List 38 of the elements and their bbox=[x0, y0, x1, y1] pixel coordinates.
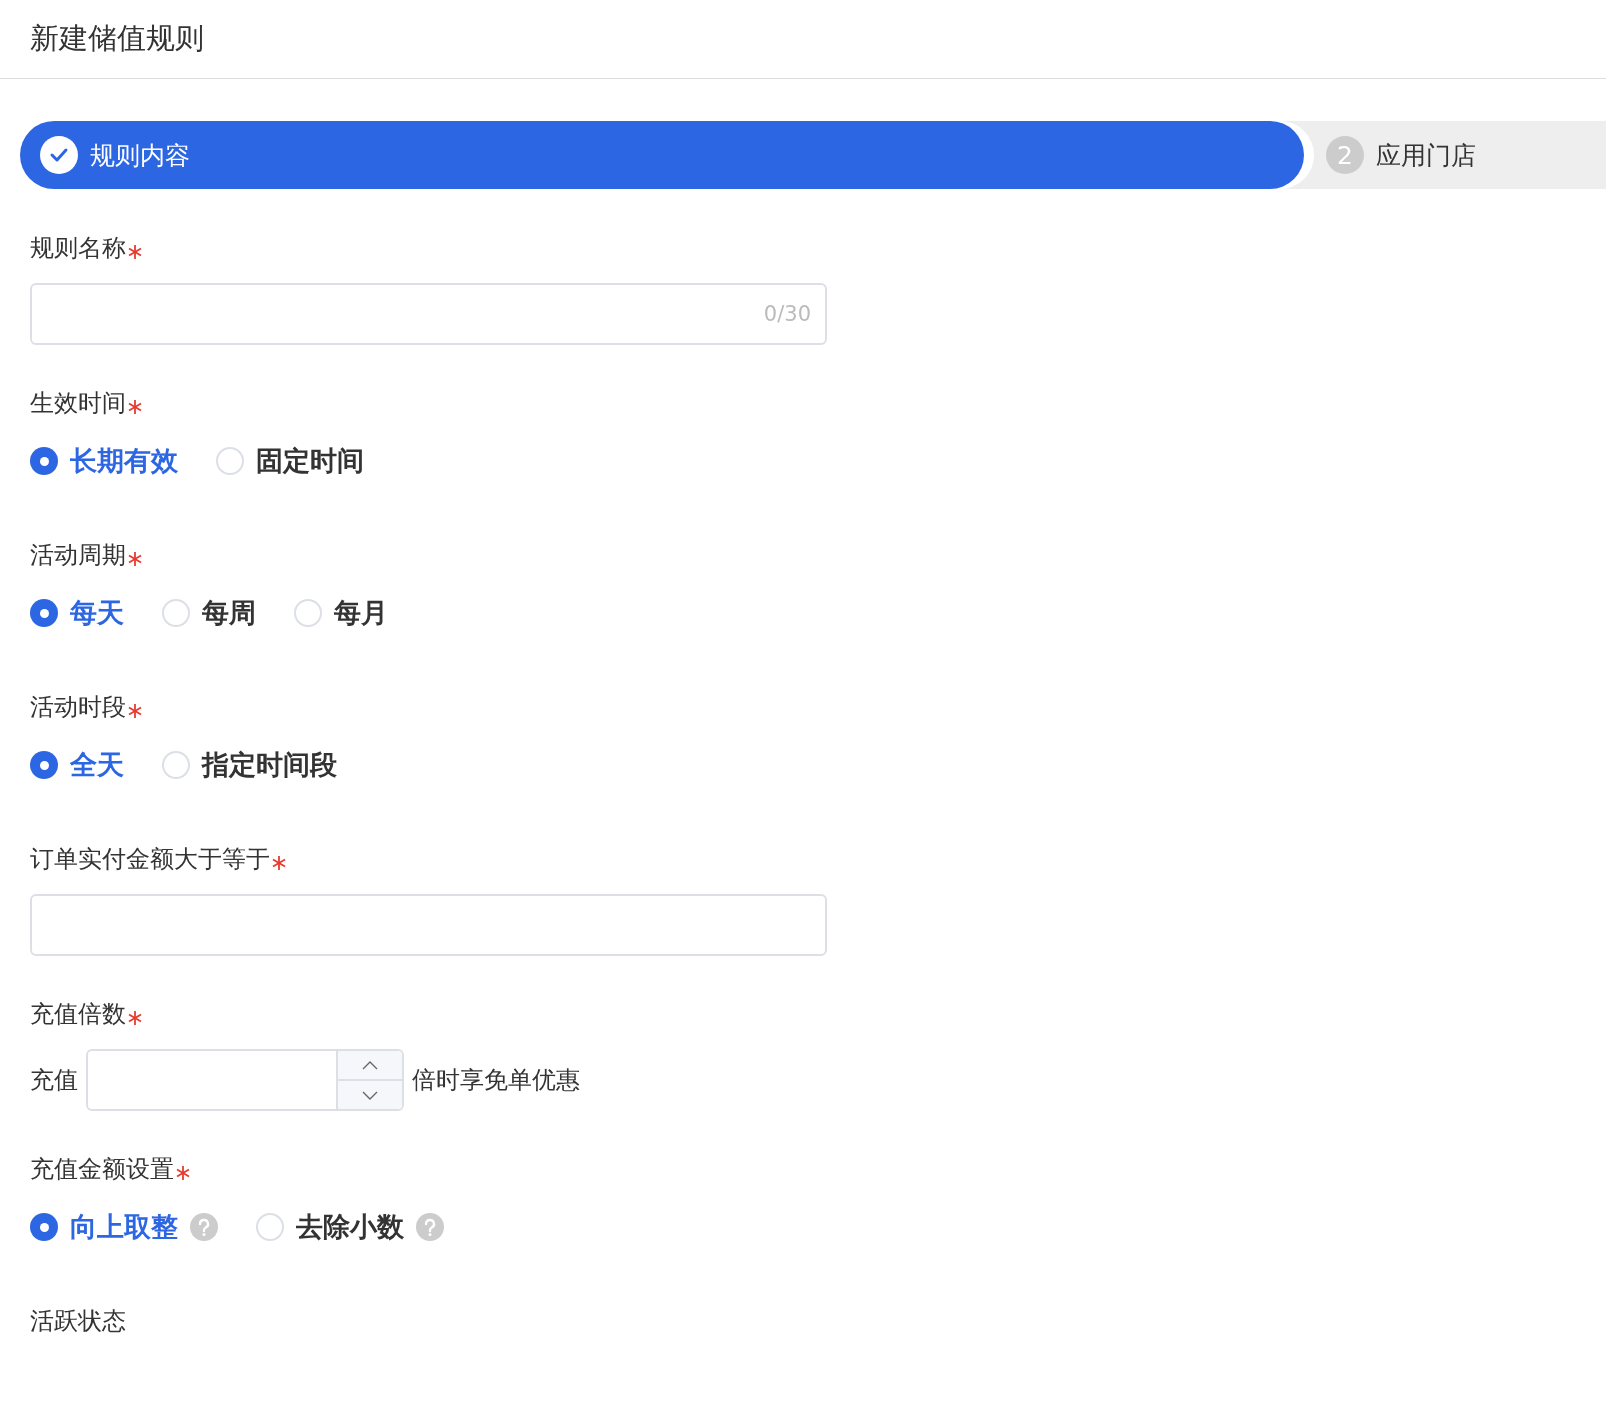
radio-button[interactable] bbox=[294, 599, 322, 627]
field-label: 生效时间 bbox=[30, 388, 126, 419]
radio-label[interactable]: 每天 bbox=[70, 595, 124, 631]
help-icon[interactable] bbox=[190, 1213, 218, 1241]
radio-button[interactable] bbox=[256, 1213, 284, 1241]
radio-label[interactable]: 全天 bbox=[70, 747, 124, 783]
chevron-down-icon bbox=[362, 1090, 378, 1100]
field-label: 充值金额设置 bbox=[30, 1154, 174, 1185]
radio-label[interactable]: 每周 bbox=[202, 595, 256, 631]
field-label: 订单实付金额大于等于 bbox=[30, 844, 270, 875]
field-label: 充值倍数 bbox=[30, 999, 126, 1030]
suffix-text: 倍时享免单优惠 bbox=[412, 1065, 580, 1096]
radio-label[interactable]: 去除小数 bbox=[296, 1209, 404, 1245]
radio-button[interactable] bbox=[162, 751, 190, 779]
page-title: 新建储值规则 bbox=[30, 20, 204, 57]
radio-label[interactable]: 固定时间 bbox=[256, 443, 364, 479]
prefix-text: 充值 bbox=[30, 1065, 78, 1096]
step-label: 规则内容 bbox=[90, 139, 190, 172]
field-label: 活动周期 bbox=[30, 540, 126, 571]
chevron-up-icon bbox=[362, 1060, 378, 1070]
radio-label[interactable]: 长期有效 bbox=[70, 443, 178, 479]
field-label: 活跃状态 bbox=[30, 1306, 126, 1337]
radio-button[interactable] bbox=[162, 599, 190, 627]
radio-button[interactable] bbox=[30, 1213, 58, 1241]
field-label: 活动时段 bbox=[30, 692, 126, 723]
char-counter: 0/30 bbox=[763, 302, 811, 326]
text-input[interactable] bbox=[30, 894, 827, 956]
field-label: 规则名称 bbox=[30, 233, 126, 264]
radio-button[interactable] bbox=[30, 751, 58, 779]
radio-label[interactable]: 指定时间段 bbox=[202, 747, 337, 783]
help-icon[interactable] bbox=[416, 1213, 444, 1241]
radio-button[interactable] bbox=[30, 599, 58, 627]
radio-label[interactable]: 向上取整 bbox=[70, 1209, 178, 1245]
radio-button[interactable] bbox=[216, 447, 244, 475]
step-label: 应用门店 bbox=[1376, 139, 1476, 172]
radio-label[interactable]: 每月 bbox=[334, 595, 388, 631]
number-input[interactable] bbox=[86, 1049, 404, 1111]
radio-button[interactable] bbox=[30, 447, 58, 475]
